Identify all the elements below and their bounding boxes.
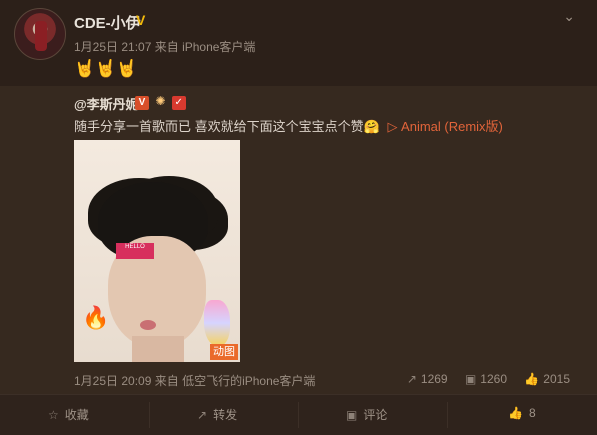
- repost-image[interactable]: HELLO 🔥 动图: [74, 140, 240, 362]
- forward-button[interactable]: ↗ 转发: [197, 406, 237, 423]
- post-text: 🤘🤘🤘: [74, 59, 138, 78]
- repost-comment-stat[interactable]: ▣ 1260: [465, 372, 507, 386]
- forward-icon: ↗: [197, 408, 208, 422]
- neck-shape: [132, 336, 184, 362]
- repost-share-stat[interactable]: ↗ 1269: [407, 372, 448, 386]
- post-source[interactable]: 来自 iPhone客户端: [155, 40, 256, 54]
- comment-button[interactable]: ▣ 评论: [346, 406, 387, 423]
- repost-stats: ↗ 1269 ▣ 1260 👍 2015: [393, 372, 570, 386]
- star-icon: ☆: [48, 408, 59, 422]
- repost-message: 随手分享一首歌而已 喜欢就给下面这个宝宝点个赞🤗: [74, 119, 380, 134]
- forward-icon: ↗: [406, 372, 417, 386]
- weibo-post-card: CDE-小伊 V ⌄ 1月25日 21:07 来自 iPhone客户端 🤘🤘🤘 …: [0, 0, 597, 435]
- sticker-label: HELLO: [116, 243, 154, 259]
- flower-sticker: [204, 300, 230, 346]
- member-badge-icon: ✓: [171, 96, 186, 110]
- mouth-shape: [140, 320, 156, 330]
- divider: [149, 402, 150, 428]
- repost-badges: V ✺ ✓: [135, 94, 189, 110]
- divider: [298, 402, 299, 428]
- repost-footer: 1月25日 20:09 来自 低空飞行的iPhone客户端 ↗ 1269 ▣ 126…: [74, 372, 584, 388]
- verified-badge-icon: V: [136, 12, 146, 28]
- collect-button[interactable]: ☆ 收藏: [48, 406, 89, 423]
- repost-time[interactable]: 1月25日 20:09: [74, 374, 151, 388]
- repost-container: @李斯丹妮 V ✺ ✓ 随手分享一首歌而已 喜欢就给下面这个宝宝点个赞🤗 ▷ A…: [0, 86, 597, 394]
- verified-orange-icon: V: [135, 96, 149, 110]
- user-avatar[interactable]: [14, 8, 66, 60]
- thumb-up-icon: 👍: [524, 372, 540, 386]
- thumb-up-icon: 👍: [508, 406, 523, 420]
- action-bar: ☆ 收藏 ↗ 转发 ▣ 评论 👍 8: [0, 394, 597, 435]
- music-link[interactable]: ▷ Animal (Remix版): [387, 119, 502, 134]
- fire-icon: 🔥: [82, 305, 110, 330]
- post-username[interactable]: CDE-小伊: [74, 12, 141, 33]
- comment-icon: ▣: [346, 408, 358, 422]
- post-time[interactable]: 1月25日 21:07: [74, 40, 151, 54]
- gif-label: 动图: [210, 344, 238, 360]
- chevron-down-icon[interactable]: ⌄: [563, 8, 575, 25]
- like-button[interactable]: 👍 8: [508, 406, 536, 420]
- divider: [447, 402, 448, 428]
- star-badge-icon: ✺: [155, 94, 166, 108]
- repost-username[interactable]: @李斯丹妮: [74, 94, 139, 113]
- post-meta: 1月25日 21:07 来自 iPhone客户端: [74, 38, 255, 55]
- repost-source[interactable]: 来自 低空飞行的iPhone客户端: [155, 374, 316, 388]
- repost-like-stat[interactable]: 👍 2015: [524, 372, 570, 386]
- comment-icon: ▣: [464, 372, 477, 386]
- repost-text: 随手分享一首歌而已 喜欢就给下面这个宝宝点个赞🤗 ▷ Animal (Remix…: [74, 116, 503, 135]
